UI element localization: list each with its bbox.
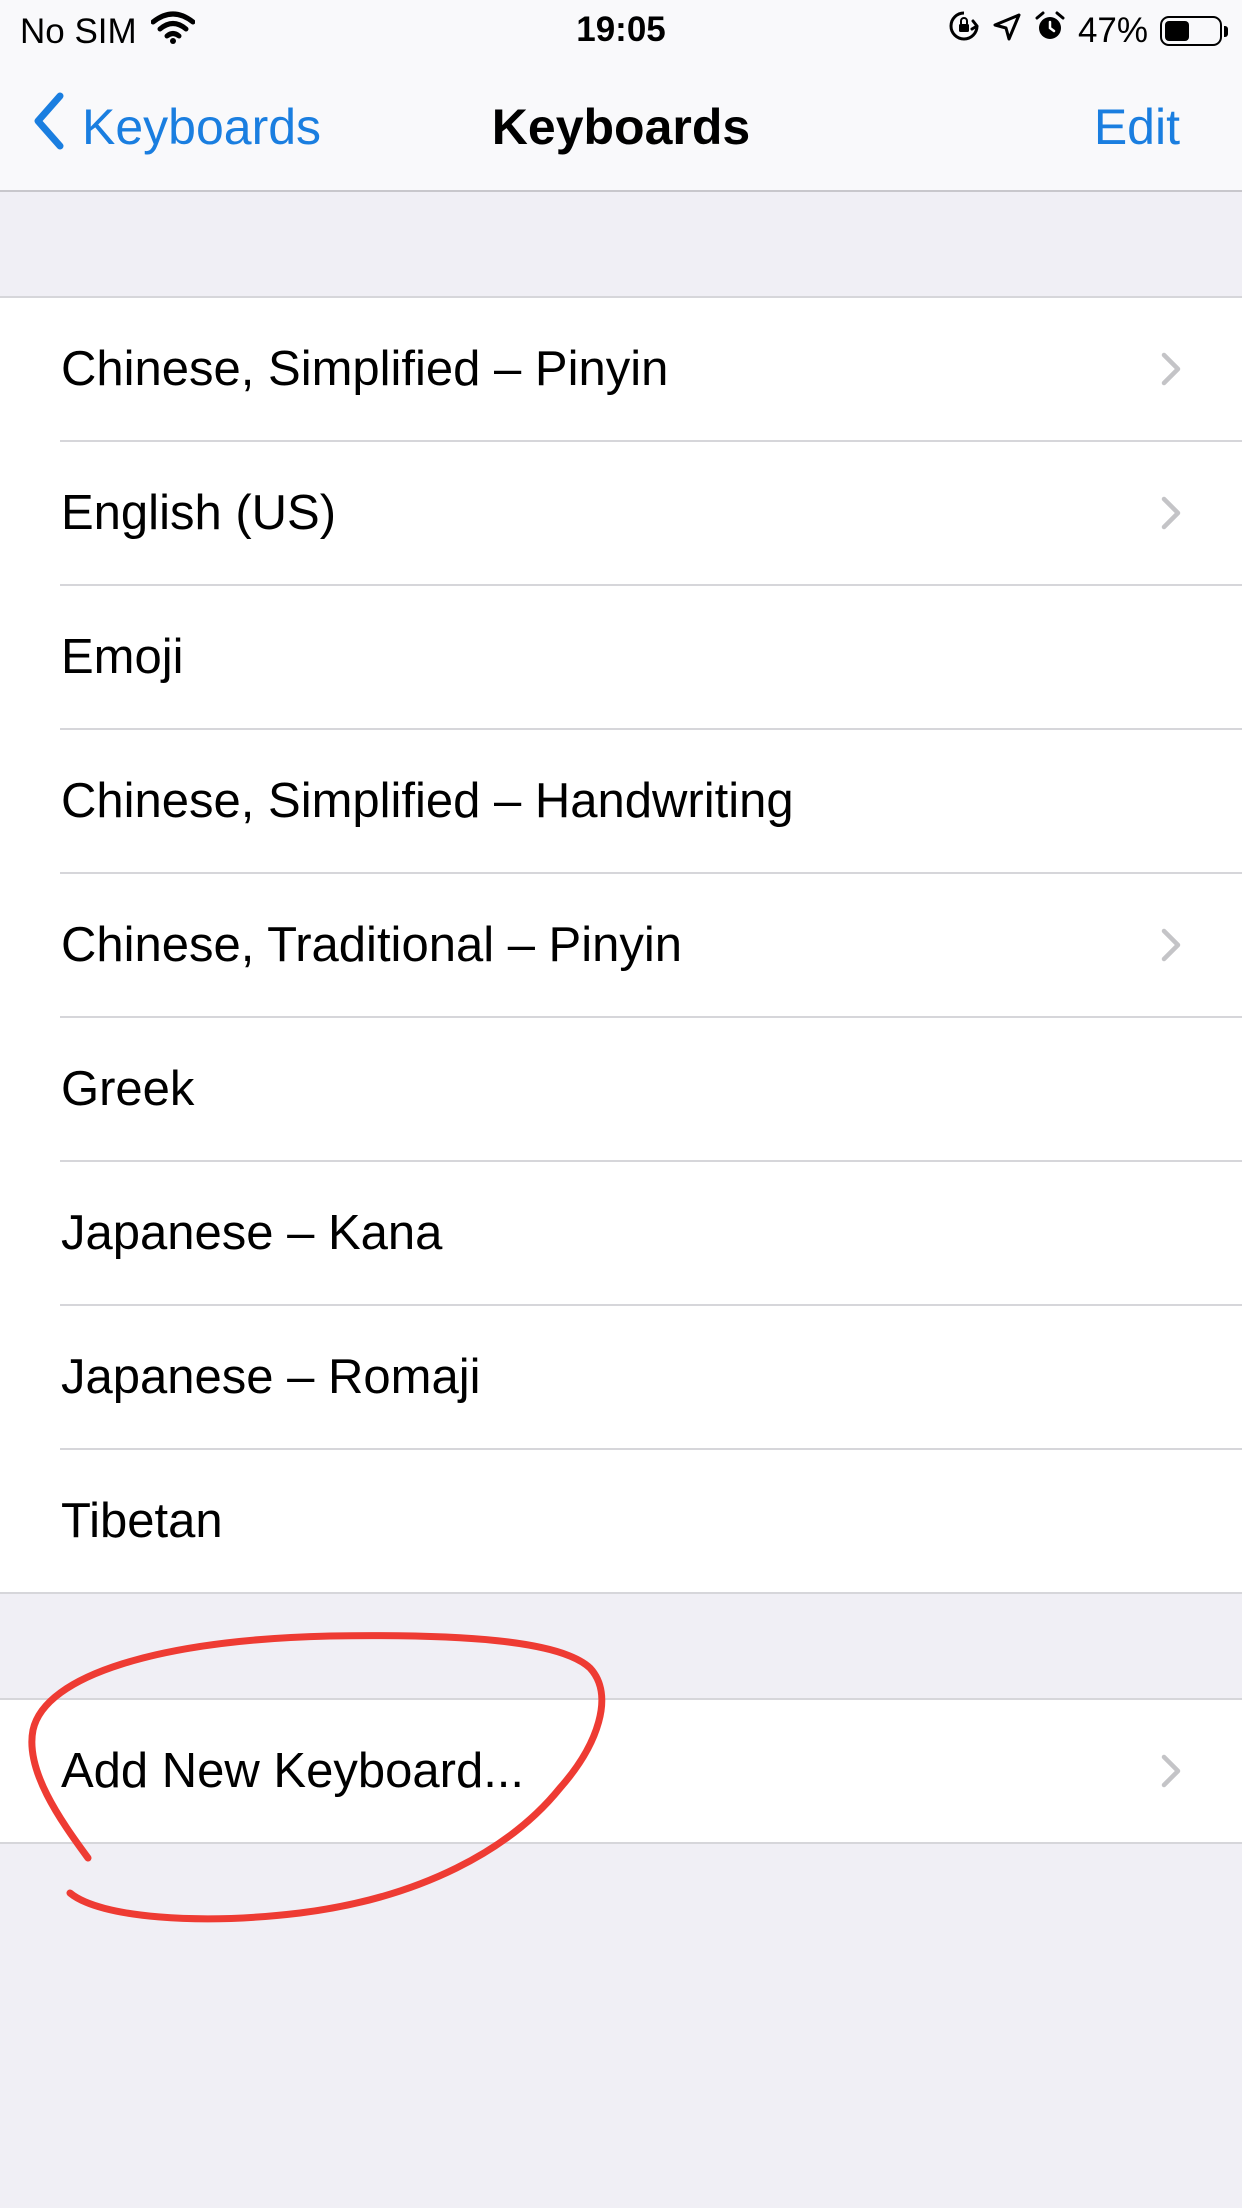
chevron-right-icon (1154, 494, 1190, 532)
battery-icon (1160, 15, 1228, 46)
keyboard-list: Chinese, Simplified – Pinyin English (US)… (0, 296, 1242, 1594)
keyboard-label: Chinese, Simplified – Handwriting (61, 774, 794, 828)
page-title: Keyboards (491, 99, 751, 155)
keyboard-row[interactable]: Japanese – Kana (0, 1162, 1242, 1306)
add-new-keyboard-label: Add New Keyboard... (61, 1744, 525, 1798)
status-right: 47% (948, 10, 1228, 51)
keyboard-label: Chinese, Traditional – Pinyin (61, 918, 683, 972)
keyboard-label: Tibetan (61, 1494, 223, 1548)
chevron-right-icon (1154, 350, 1190, 388)
edit-button[interactable]: Edit (1094, 98, 1180, 156)
keyboard-row[interactable]: Emoji (0, 586, 1242, 730)
orientation-lock-icon (948, 10, 980, 51)
keyboard-label: Greek (61, 1062, 195, 1116)
keyboard-row[interactable]: Chinese, Simplified – Handwriting (0, 730, 1242, 874)
location-icon (992, 11, 1022, 51)
keyboard-label: Chinese, Simplified – Pinyin (61, 342, 669, 396)
keyboard-row[interactable]: Chinese, Traditional – Pinyin (0, 874, 1242, 1018)
add-keyboard-section: Add New Keyboard... (0, 1698, 1242, 1844)
keyboard-label: English (US) (61, 486, 337, 540)
keyboard-row[interactable]: Chinese, Simplified – Pinyin (0, 298, 1242, 442)
keyboard-label: Japanese – Romaji (61, 1350, 481, 1404)
add-new-keyboard-row[interactable]: Add New Keyboard... (0, 1700, 1242, 1844)
keyboard-row[interactable]: Greek (0, 1018, 1242, 1162)
alarm-icon (1034, 10, 1066, 51)
battery-percent: 47% (1077, 10, 1148, 50)
navigation-bar: Keyboards Keyboards Edit (0, 62, 1242, 192)
chevron-right-icon (1154, 1752, 1190, 1790)
battery-fill (1165, 20, 1189, 41)
keyboard-label: Emoji (61, 630, 184, 684)
keyboard-row[interactable]: Tibetan (0, 1450, 1242, 1594)
keyboard-row[interactable]: English (US) (0, 442, 1242, 586)
keyboard-label: Japanese – Kana (61, 1206, 443, 1260)
status-bar: No SIM 19:05 47% (0, 0, 1242, 62)
keyboard-row[interactable]: Japanese – Romaji (0, 1306, 1242, 1450)
chevron-right-icon (1154, 926, 1190, 964)
